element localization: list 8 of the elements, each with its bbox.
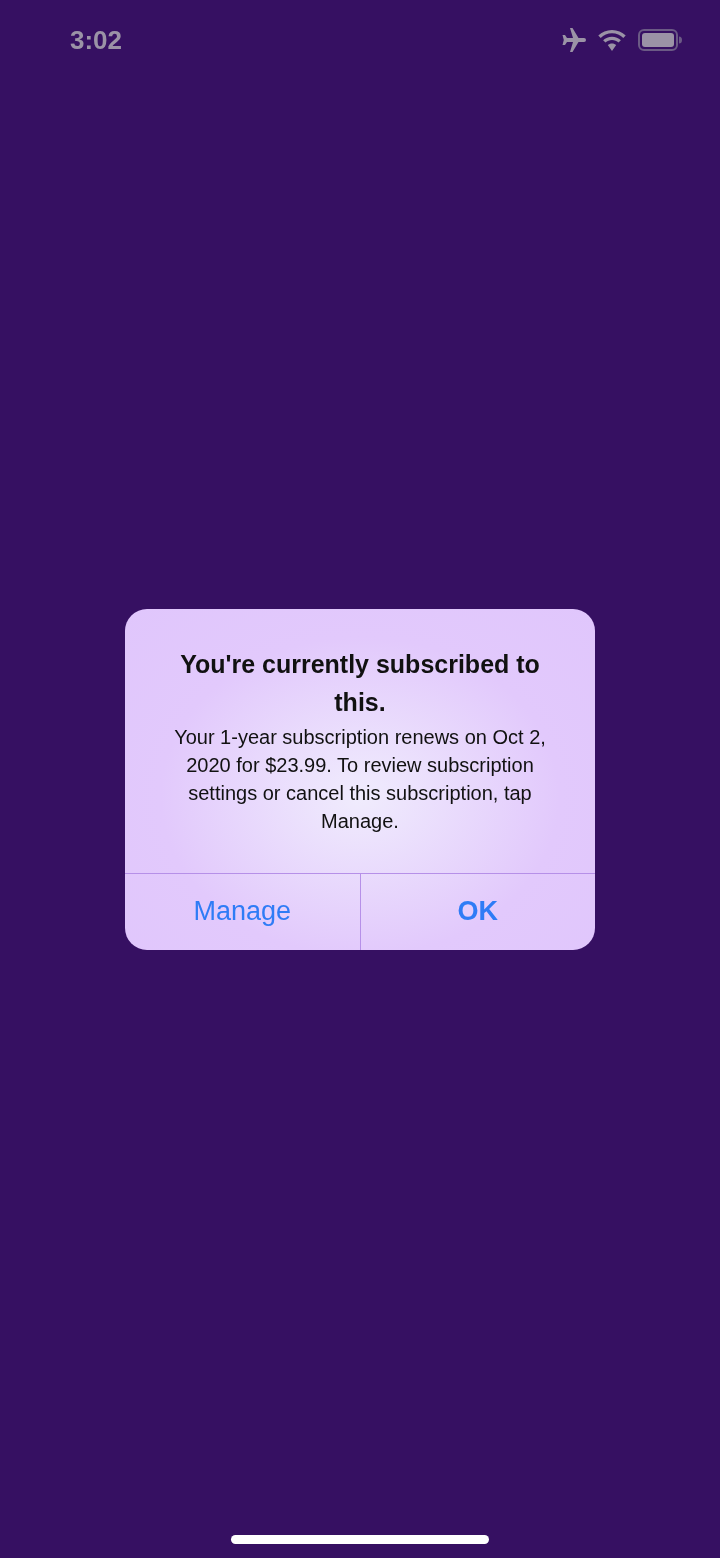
status-time: 3:02 xyxy=(70,24,123,56)
home-indicator[interactable] xyxy=(231,1535,489,1544)
alert-button[interactable]: Manage xyxy=(125,873,360,950)
alert-message: Your 1-year subscription renews on Oct 2, 2020 for $23.99. To review subscription settings or cancel this subscription, tap Manage. xyxy=(173,724,547,834)
alert-title: You're currently subscribed to this. xyxy=(179,648,541,718)
alert-button[interactable]: OK xyxy=(359,873,595,950)
wifi-icon xyxy=(598,29,626,51)
battery-icon xyxy=(638,29,682,51)
